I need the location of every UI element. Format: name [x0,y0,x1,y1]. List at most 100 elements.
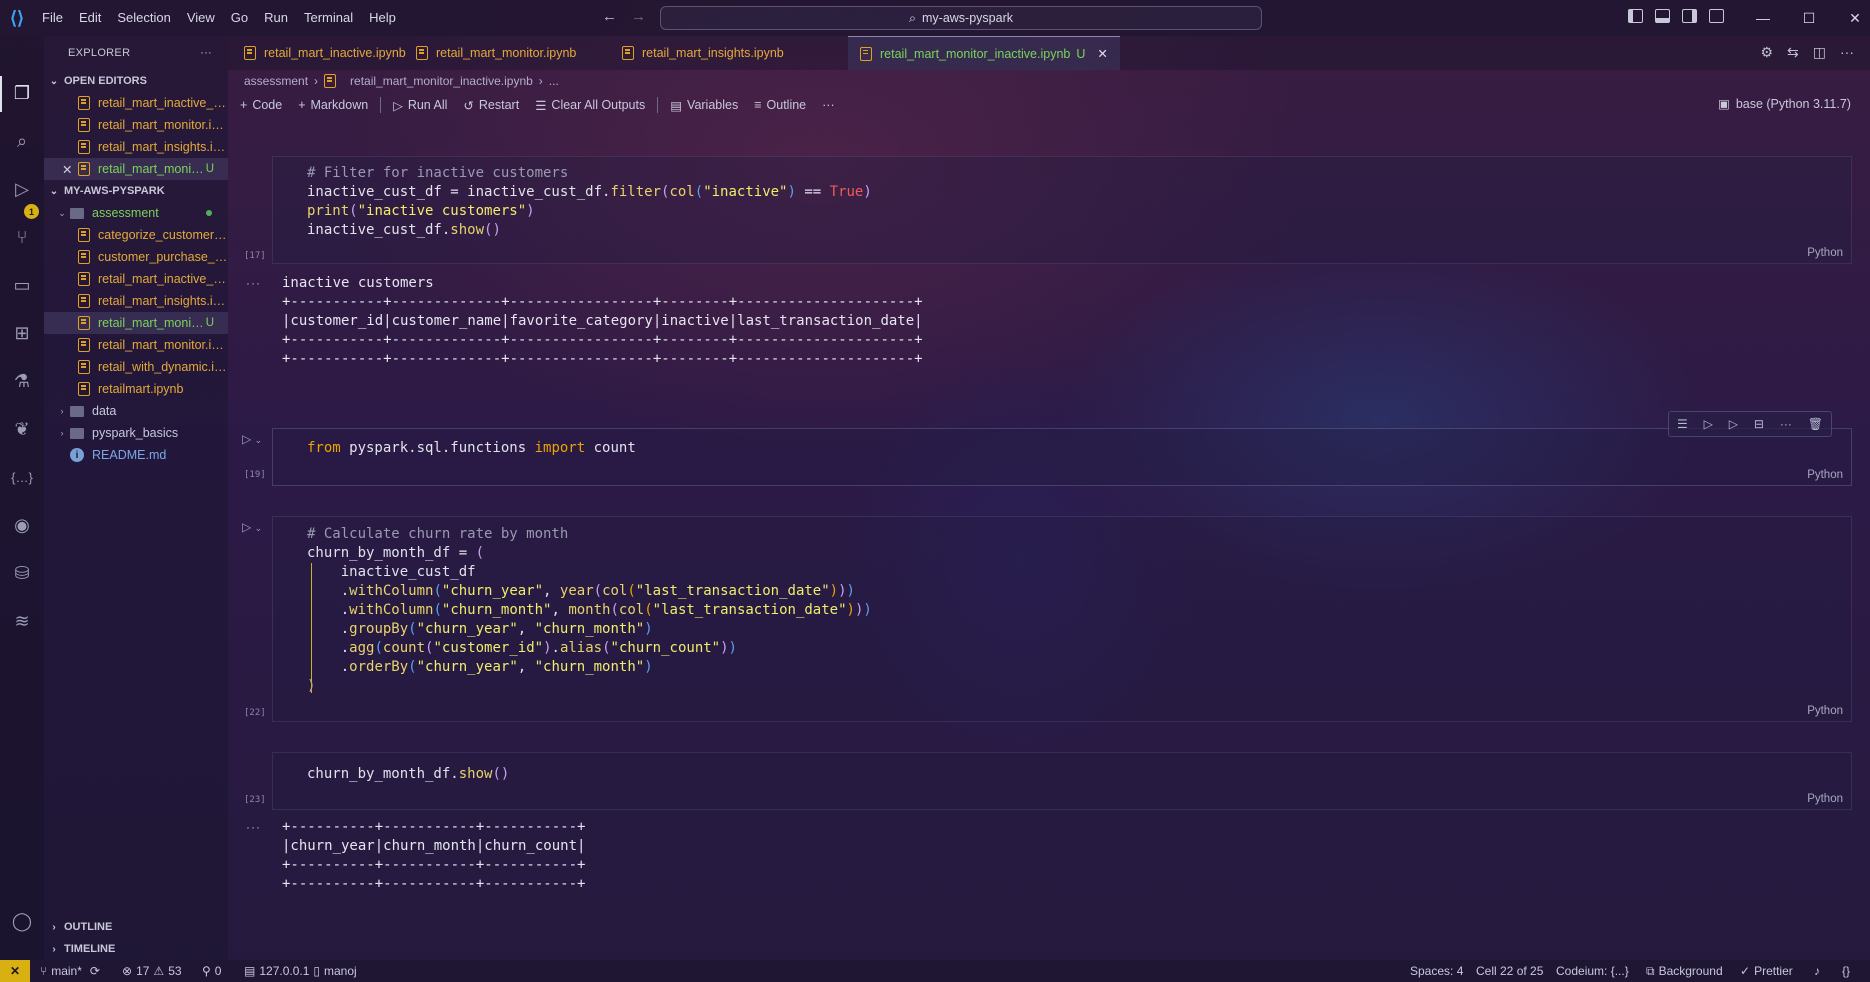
add-code-button[interactable]: + Code [232,98,290,112]
cell-19-code[interactable]: from pyspark.sql.functions import count [307,439,636,458]
breadcrumb-more[interactable]: ... [549,74,559,88]
tab-retail-mart-inactive[interactable]: retail_mart_inactive.ipynb [232,36,418,70]
clear-outputs-button[interactable]: ☰ Clear All Outputs [527,98,653,113]
problems-indicator[interactable]: ⊗ 17 ⚠ 53 [122,960,182,982]
cell-indicator[interactable]: Cell 22 of 25 [1476,960,1543,982]
tab-retail-mart-insights[interactable]: retail_mart_insights.ipynb [610,36,796,70]
run-all-button[interactable]: ▷ Run All [385,98,455,113]
tab-retail-mart-monitor[interactable]: retail_mart_monitor.ipynb [404,36,588,70]
execute-below-icon[interactable]: ▷ [1729,417,1738,431]
codeium-indicator[interactable]: Codeium: {...} [1556,960,1629,982]
more-toolbar-button[interactable]: ··· [814,98,843,112]
file-item[interactable]: retail_mart_insights.ipynb [44,290,228,312]
execute-above-icon[interactable]: ▷ [1704,417,1713,431]
split-cell-icon[interactable]: ⊟ [1754,417,1764,431]
github-icon[interactable]: ◉ [9,512,35,538]
folder-data[interactable]: › data [44,400,228,422]
breadcrumb-file[interactable]: retail_mart_monitor_inactive.ipynb [350,74,533,88]
split-editor-icon[interactable]: ◫ [1813,44,1826,61]
sync-icon[interactable]: ⟳ [90,964,100,978]
cell-22-code[interactable]: # Calculate churn rate by month churn_by… [307,525,872,696]
code-cell-19[interactable]: from pyspark.sql.functions import count … [272,428,1852,486]
code-cell-22[interactable]: # Calculate churn rate by month churn_by… [272,516,1852,722]
ports-indicator[interactable]: ⚲ 0 [202,960,221,982]
add-markdown-button[interactable]: + Markdown [290,98,376,112]
file-item[interactable]: retailmart.ipynb [44,378,228,400]
remote-explorer-icon[interactable]: ▭ [9,272,35,298]
menu-selection[interactable]: Selection [109,0,178,36]
tab-retail-mart-monitor-inactive[interactable]: retail_mart_monitor_inactive.ipynb U ✕ [848,36,1120,70]
extensions-icon[interactable]: ⊞ [9,320,35,346]
open-editor-item[interactable]: retail_mart_inactive_customers.ipynb [44,92,228,114]
code-cell-17[interactable]: # Filter for inactive customers inactive… [272,156,1852,264]
folder-pyspark-basics[interactable]: › pyspark_basics [44,422,228,444]
json-icon[interactable]: {…} [9,464,35,490]
run-by-line-icon[interactable]: ☰ [1677,417,1688,431]
customize-layout-icon[interactable] [1709,9,1724,23]
run-cell-button[interactable]: ▷ ⌄ [242,520,262,534]
back-arrow-icon[interactable]: ← [602,8,617,28]
more-actions-icon[interactable]: ··· [1840,44,1854,61]
toggle-secondary-sidebar-icon[interactable] [1682,9,1697,23]
open-editor-item[interactable]: retail_mart_monitor.ipynb [44,114,228,136]
file-readme[interactable]: i README.md [44,444,228,466]
compare-changes-icon[interactable]: ⇆ [1787,44,1799,61]
search-icon[interactable]: ⌕ [9,128,35,154]
run-debug-icon[interactable]: ▷ [9,176,35,202]
source-control-icon[interactable]: ⑂ [9,224,35,250]
variables-button[interactable]: ▤ Variables [662,98,746,113]
cell-language[interactable]: Python [1807,705,1843,717]
cell-23-code[interactable]: churn_by_month_df.show() [307,765,509,784]
close-window-icon[interactable]: ✕ [1832,0,1870,36]
cell-language[interactable]: Python [1807,247,1843,259]
file-item[interactable]: retail_with_dynamic.ipynb [44,356,228,378]
outline-button[interactable]: ≡ Outline [746,98,814,112]
kernel-picker[interactable]: ▣ base (Python 3.11.7) [1718,96,1851,112]
menu-run[interactable]: Run [256,0,296,36]
output-actions-icon[interactable]: ··· [246,820,261,834]
gear-icon[interactable]: ⚙ [1760,44,1773,61]
cell-17-code[interactable]: # Filter for inactive customers inactive… [307,164,872,240]
file-item[interactable]: retail_mart_monitor.ipynb [44,334,228,356]
breadcrumb-folder[interactable]: assessment [244,74,308,88]
testing-icon[interactable]: ⚗ [9,368,35,394]
file-item[interactable]: categorize_customers.ipynb [44,224,228,246]
outline-header[interactable]: › OUTLINE [44,916,228,938]
mongodb-leaf-icon[interactable]: ❦ [9,416,35,442]
menu-edit[interactable]: Edit [71,0,109,36]
toggle-panel-icon[interactable] [1655,9,1670,23]
server-indicator[interactable]: ▤ 127.0.0.1 ▯ manoj [244,960,357,982]
background-indicator[interactable]: ⧉ Background [1646,960,1723,982]
brackets-icon[interactable]: {} [1842,960,1850,982]
close-tab-icon[interactable]: ✕ [1097,46,1107,61]
file-item-active[interactable]: retail_mart_monitor_inactive.ipynb U [44,312,228,334]
command-center-search[interactable]: ⌕ my-aws-pyspark [660,6,1262,30]
folder-assessment[interactable]: ⌄ assessment [44,202,228,224]
toggle-primary-sidebar-icon[interactable] [1628,9,1643,23]
restart-button[interactable]: ↺ Restart [455,98,527,113]
explorer-icon[interactable]: ❐ [9,80,35,106]
open-editors-header[interactable]: ⌄ OPEN EDITORS [44,70,228,92]
cell-language[interactable]: Python [1807,793,1843,805]
menu-terminal[interactable]: Terminal [296,0,361,36]
accounts-icon[interactable]: ◯ [9,908,35,934]
code-cell-23[interactable]: churn_by_month_df.show() Python [272,752,1852,810]
timeline-header[interactable]: › TIMELINE [44,938,228,960]
file-item[interactable]: retail_mart_inactive_customers.ipynb [44,268,228,290]
prettier-indicator[interactable]: ✓ Prettier [1740,960,1793,982]
branch-indicator[interactable]: ⑂ main* ⟳ [40,960,100,982]
more-actions-icon[interactable]: ··· [1780,417,1792,431]
open-editor-item[interactable]: retail_mart_insights.ipynb [44,136,228,158]
minimize-icon[interactable]: — [1740,0,1786,36]
close-icon[interactable]: ✕ [62,162,78,177]
cell-language[interactable]: Python [1807,469,1843,481]
delete-cell-icon[interactable]: 🗑 [1808,417,1823,431]
output-actions-icon[interactable]: ··· [246,276,261,290]
file-item[interactable]: customer_purchase_analysis.ipynb [44,246,228,268]
run-cell-button[interactable]: ▷ ⌄ [242,432,262,446]
menu-help[interactable]: Help [361,0,404,36]
database-icon[interactable]: ⛁ [9,560,35,586]
menu-go[interactable]: Go [223,0,256,36]
notifications-bell-icon[interactable]: ♪ [1814,960,1820,982]
more-actions-icon[interactable]: ··· [200,47,212,59]
